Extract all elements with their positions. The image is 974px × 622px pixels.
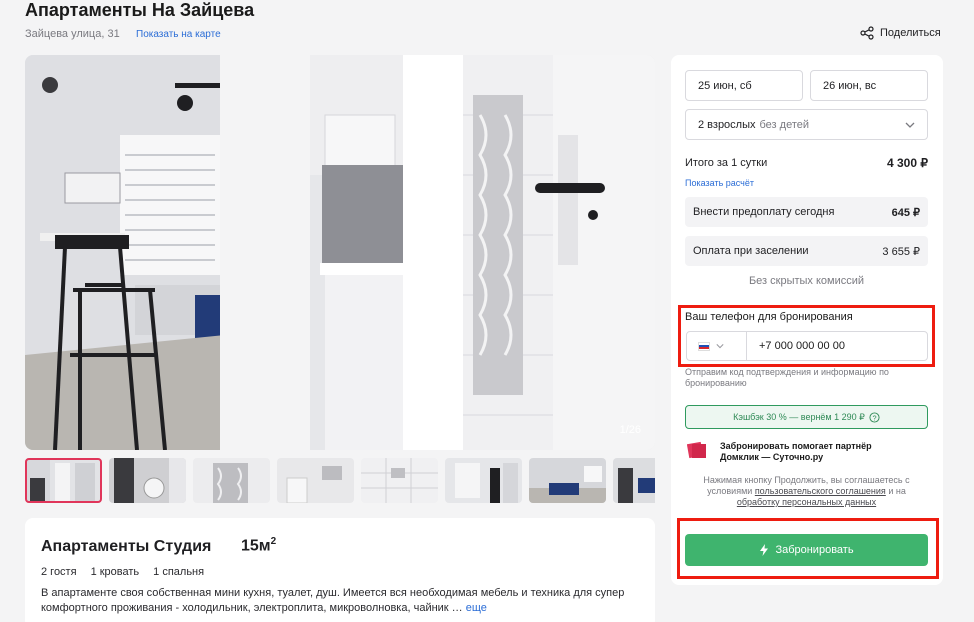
phone-label: Ваш телефон для бронирования: [685, 311, 853, 323]
room-area-value: 15м: [241, 537, 271, 555]
share-button[interactable]: Поделиться: [860, 26, 941, 40]
question-icon[interactable]: ?: [869, 411, 880, 423]
cashback-badge: Кэшбэк 30 % — вернём 1 290 ₽ ?: [685, 405, 928, 429]
book-button-label: Забронировать: [775, 544, 854, 556]
thumbnail[interactable]: [25, 458, 102, 503]
prepay-value: 645 ₽: [891, 206, 920, 219]
checkin-payment-label: Оплата при заселении: [693, 245, 809, 257]
no-fees-note: Без скрытых комиссий: [748, 275, 865, 287]
bedrooms-count: 1 спальня: [153, 566, 205, 578]
user-agreement-link[interactable]: пользовательского соглашения: [755, 486, 886, 496]
show-on-map-link[interactable]: Показать на карте: [136, 29, 221, 40]
guests-adults: 2 взрослых: [698, 118, 756, 131]
partner-logo-icon: [687, 441, 706, 459]
show-calculation-link[interactable]: Показать расчёт: [685, 178, 754, 188]
svg-text:?: ?: [872, 413, 876, 422]
room-description: В апартаменте своя собственная мини кухн…: [41, 586, 631, 616]
room-description-card: Апартаменты Студия 15м2 2 гостя 1 кроват…: [25, 518, 655, 622]
chevron-down-icon: [905, 122, 915, 128]
thumbnail[interactable]: [193, 458, 270, 503]
checkin-date: 25 июн, сб: [698, 79, 752, 92]
terms-mid: и на: [888, 486, 906, 496]
show-more-link[interactable]: еще: [466, 602, 487, 614]
phone-value: +7 000 000 00 00: [759, 340, 845, 352]
total-label: Итого за 1 сутки: [685, 157, 768, 169]
thumbnail[interactable]: [109, 458, 186, 503]
guests-count: 2 гостя: [41, 566, 77, 578]
photo-counter: 1/26: [619, 424, 641, 436]
checkin-payment-row: Оплата при заселении 3 655 ₽: [685, 236, 928, 266]
thumbnail[interactable]: [445, 458, 522, 503]
checkin-date-field[interactable]: 25 июн, сб: [685, 70, 803, 101]
listing-title: Апартаменты На Зайцева: [25, 0, 255, 20]
phone-input[interactable]: +7 000 000 00 00: [686, 331, 928, 361]
cashback-text: Кэшбэк 30 % — вернём 1 290 ₽: [733, 411, 865, 422]
prepay-label: Внести предоплату сегодня: [693, 206, 835, 218]
thumbnail[interactable]: [529, 458, 606, 503]
room-photo: [25, 55, 655, 450]
room-area-unit-sup: 2: [270, 536, 277, 547]
checkout-date: 26 июн, вс: [823, 79, 877, 92]
partner-note: Забронировать помогает партнёр Домклик —…: [720, 441, 872, 462]
prepay-row: Внести предоплату сегодня 645 ₽: [685, 197, 928, 227]
russia-flag-icon[interactable]: [698, 341, 710, 351]
beds-count: 1 кровать: [90, 566, 140, 578]
listing-address: Зайцева улица, 31: [25, 28, 120, 40]
checkout-date-field[interactable]: 26 июн, вс: [810, 70, 928, 101]
main-photo[interactable]: 1/26: [25, 55, 655, 450]
room-type-title: Апартаменты Студия: [41, 538, 212, 555]
share-icon: [860, 26, 874, 40]
room-facts: 2 гостя 1 кровать 1 спальня: [41, 566, 204, 578]
lightning-icon: [760, 544, 769, 556]
guests-children: без детей: [759, 118, 810, 131]
personal-data-link[interactable]: обработку персональных данных: [737, 497, 876, 507]
thumbnail[interactable]: [361, 458, 438, 503]
guests-select[interactable]: 2 взрослых без детей: [685, 109, 928, 140]
phone-hint: Отправим код подтверждения и информацию …: [685, 367, 889, 388]
terms-note: Нажимая кнопку Продолжить, вы соглашаете…: [685, 475, 928, 508]
share-label: Поделиться: [880, 27, 941, 39]
description-text: В апартаменте своя собственная мини кухн…: [41, 587, 625, 614]
thumbnail-strip: [25, 458, 655, 503]
book-button[interactable]: Забронировать: [685, 534, 928, 566]
room-area: 15м2: [241, 536, 276, 555]
chevron-down-icon: [716, 344, 724, 349]
checkin-payment-value: 3 655 ₽: [882, 245, 920, 258]
thumbnail[interactable]: [613, 458, 655, 503]
divider: [746, 331, 747, 361]
thumbnail[interactable]: [277, 458, 354, 503]
total-value: 4 300 ₽: [887, 156, 928, 170]
